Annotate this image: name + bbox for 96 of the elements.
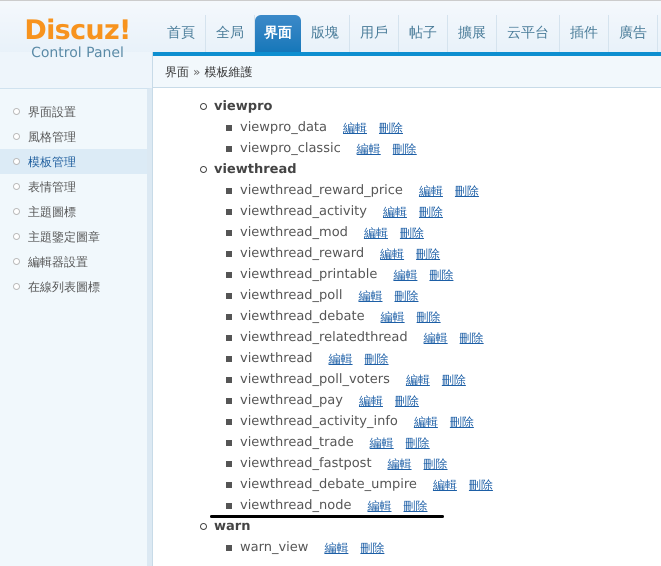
delete-link[interactable]: 刪除	[416, 308, 441, 326]
delete-link[interactable]: 刪除	[360, 538, 384, 556]
edit-link[interactable]: 編輯	[324, 538, 348, 556]
template-name: viewthread_poll_voters	[240, 370, 390, 389]
square-bullet-icon	[226, 544, 232, 550]
group-name: viewpro	[214, 98, 272, 116]
square-bullet-icon	[226, 250, 232, 256]
square-bullet-icon	[226, 440, 232, 446]
template-name: viewthread_debate_umpire	[240, 476, 417, 494]
template-name: viewthread_debate	[240, 308, 365, 326]
template-name: viewthread	[240, 350, 313, 368]
edit-link[interactable]: 編輯	[393, 266, 418, 284]
template-name: viewpro_classic	[240, 140, 341, 158]
square-bullet-icon	[226, 482, 232, 488]
template-name: viewthread_printable	[240, 266, 378, 284]
delete-link[interactable]: 刪除	[378, 118, 403, 136]
square-bullet-icon	[226, 314, 232, 320]
edit-link[interactable]: 編輯	[380, 308, 405, 326]
square-bullet-icon	[226, 398, 232, 404]
delete-link[interactable]: 刪除	[429, 266, 454, 284]
circle-bullet-icon	[200, 523, 207, 530]
edit-link[interactable]: 編輯	[368, 496, 392, 514]
sidebar-item[interactable]: 模板管理	[0, 149, 147, 174]
delete-link[interactable]: 刪除	[394, 286, 418, 304]
template-name: viewthread_trade	[240, 434, 354, 452]
square-bullet-icon	[226, 230, 232, 236]
delete-link[interactable]: 刪除	[424, 454, 448, 472]
template-name: viewthread_activity	[240, 202, 367, 221]
delete-link[interactable]: 刪除	[418, 202, 443, 220]
delete-link[interactable]: 刪除	[416, 244, 440, 262]
delete-link[interactable]: 刪除	[450, 412, 474, 430]
group-name: warn	[214, 518, 250, 536]
breadcrumb-page: 模板維護	[204, 64, 252, 80]
template-name: viewthread_reward_price	[240, 182, 403, 200]
square-bullet-icon	[226, 334, 232, 340]
template-name: viewthread_relatedthread	[240, 328, 408, 347]
square-bullet-icon	[226, 460, 232, 466]
template-name: warn_view	[240, 538, 308, 557]
edit-link[interactable]: 編輯	[380, 244, 404, 262]
delete-link[interactable]: 刪除	[364, 350, 389, 368]
delete-link[interactable]: 刪除	[394, 392, 419, 410]
edit-link[interactable]: 編輯	[432, 476, 457, 494]
circle-bullet-icon	[200, 103, 207, 110]
edit-link[interactable]: 編輯	[358, 392, 383, 410]
template-name: viewthread_mod	[240, 224, 348, 242]
logo: Discuz!	[24, 17, 131, 45]
square-bullet-icon	[226, 376, 232, 382]
sidebar-item[interactable]: 在線列表圖標	[0, 274, 147, 299]
edit-link[interactable]: 編輯	[358, 286, 382, 304]
delete-link[interactable]: 刪除	[404, 496, 428, 514]
nav-tab[interactable]: 界面	[255, 15, 301, 52]
delete-link[interactable]: 刪除	[468, 476, 493, 494]
logo-subtitle: Control Panel	[31, 45, 124, 61]
template-name: viewthread_pay	[240, 392, 343, 410]
edit-link[interactable]: 編輯	[364, 224, 388, 242]
square-bullet-icon	[226, 208, 232, 214]
sidebar-item[interactable]: 風格管理	[0, 124, 147, 149]
edit-link[interactable]: 編輯	[418, 182, 443, 200]
edit-link[interactable]: 編輯	[342, 118, 367, 136]
sidebar-item[interactable]: 主題圖標	[0, 199, 147, 224]
square-bullet-icon	[226, 292, 232, 298]
delete-link[interactable]: 刪除	[392, 140, 417, 158]
sidebar-item[interactable]: 編輯器設置	[0, 249, 147, 274]
template-name: viewthread_reward	[240, 244, 364, 263]
edit-link[interactable]: 編輯	[388, 454, 412, 472]
breadcrumb-section[interactable]: 界面	[165, 62, 189, 80]
square-bullet-icon	[226, 124, 232, 130]
sidebar-item[interactable]: 主題鑒定圖章	[0, 224, 147, 249]
template-name: viewpro_data	[240, 118, 327, 137]
delete-link[interactable]: 刪除	[442, 370, 466, 388]
square-bullet-icon	[226, 272, 232, 278]
circle-bullet-icon	[200, 166, 207, 173]
square-bullet-icon	[226, 418, 232, 424]
delete-link[interactable]: 刪除	[406, 434, 430, 452]
edit-link[interactable]: 編輯	[382, 202, 407, 220]
edit-link[interactable]: 編輯	[356, 140, 381, 158]
template-name: viewthread_activity_info	[240, 412, 398, 431]
breadcrumb-separator: »	[193, 64, 200, 80]
template-name: viewthread_poll	[240, 286, 342, 305]
template-name: viewthread_fastpost	[240, 454, 372, 473]
square-bullet-icon	[226, 356, 232, 362]
edit-link[interactable]: 編輯	[370, 434, 394, 452]
edit-link[interactable]: 編輯	[414, 412, 438, 430]
sidebar-item[interactable]: 表情管理	[0, 174, 147, 199]
sidebar-item[interactable]: 界面設置	[0, 99, 147, 124]
edit-link[interactable]: 編輯	[328, 350, 353, 368]
delete-link[interactable]: 刪除	[454, 182, 479, 200]
group-name: viewthread	[214, 160, 297, 179]
edit-link[interactable]: 編輯	[406, 370, 430, 388]
delete-link[interactable]: 刪除	[460, 328, 484, 346]
square-bullet-icon	[226, 502, 232, 508]
edit-link[interactable]: 編輯	[424, 328, 448, 346]
square-bullet-icon	[226, 146, 232, 152]
template-name: viewthread_node	[240, 496, 352, 515]
square-bullet-icon	[226, 188, 232, 194]
delete-link[interactable]: 刪除	[400, 224, 424, 242]
